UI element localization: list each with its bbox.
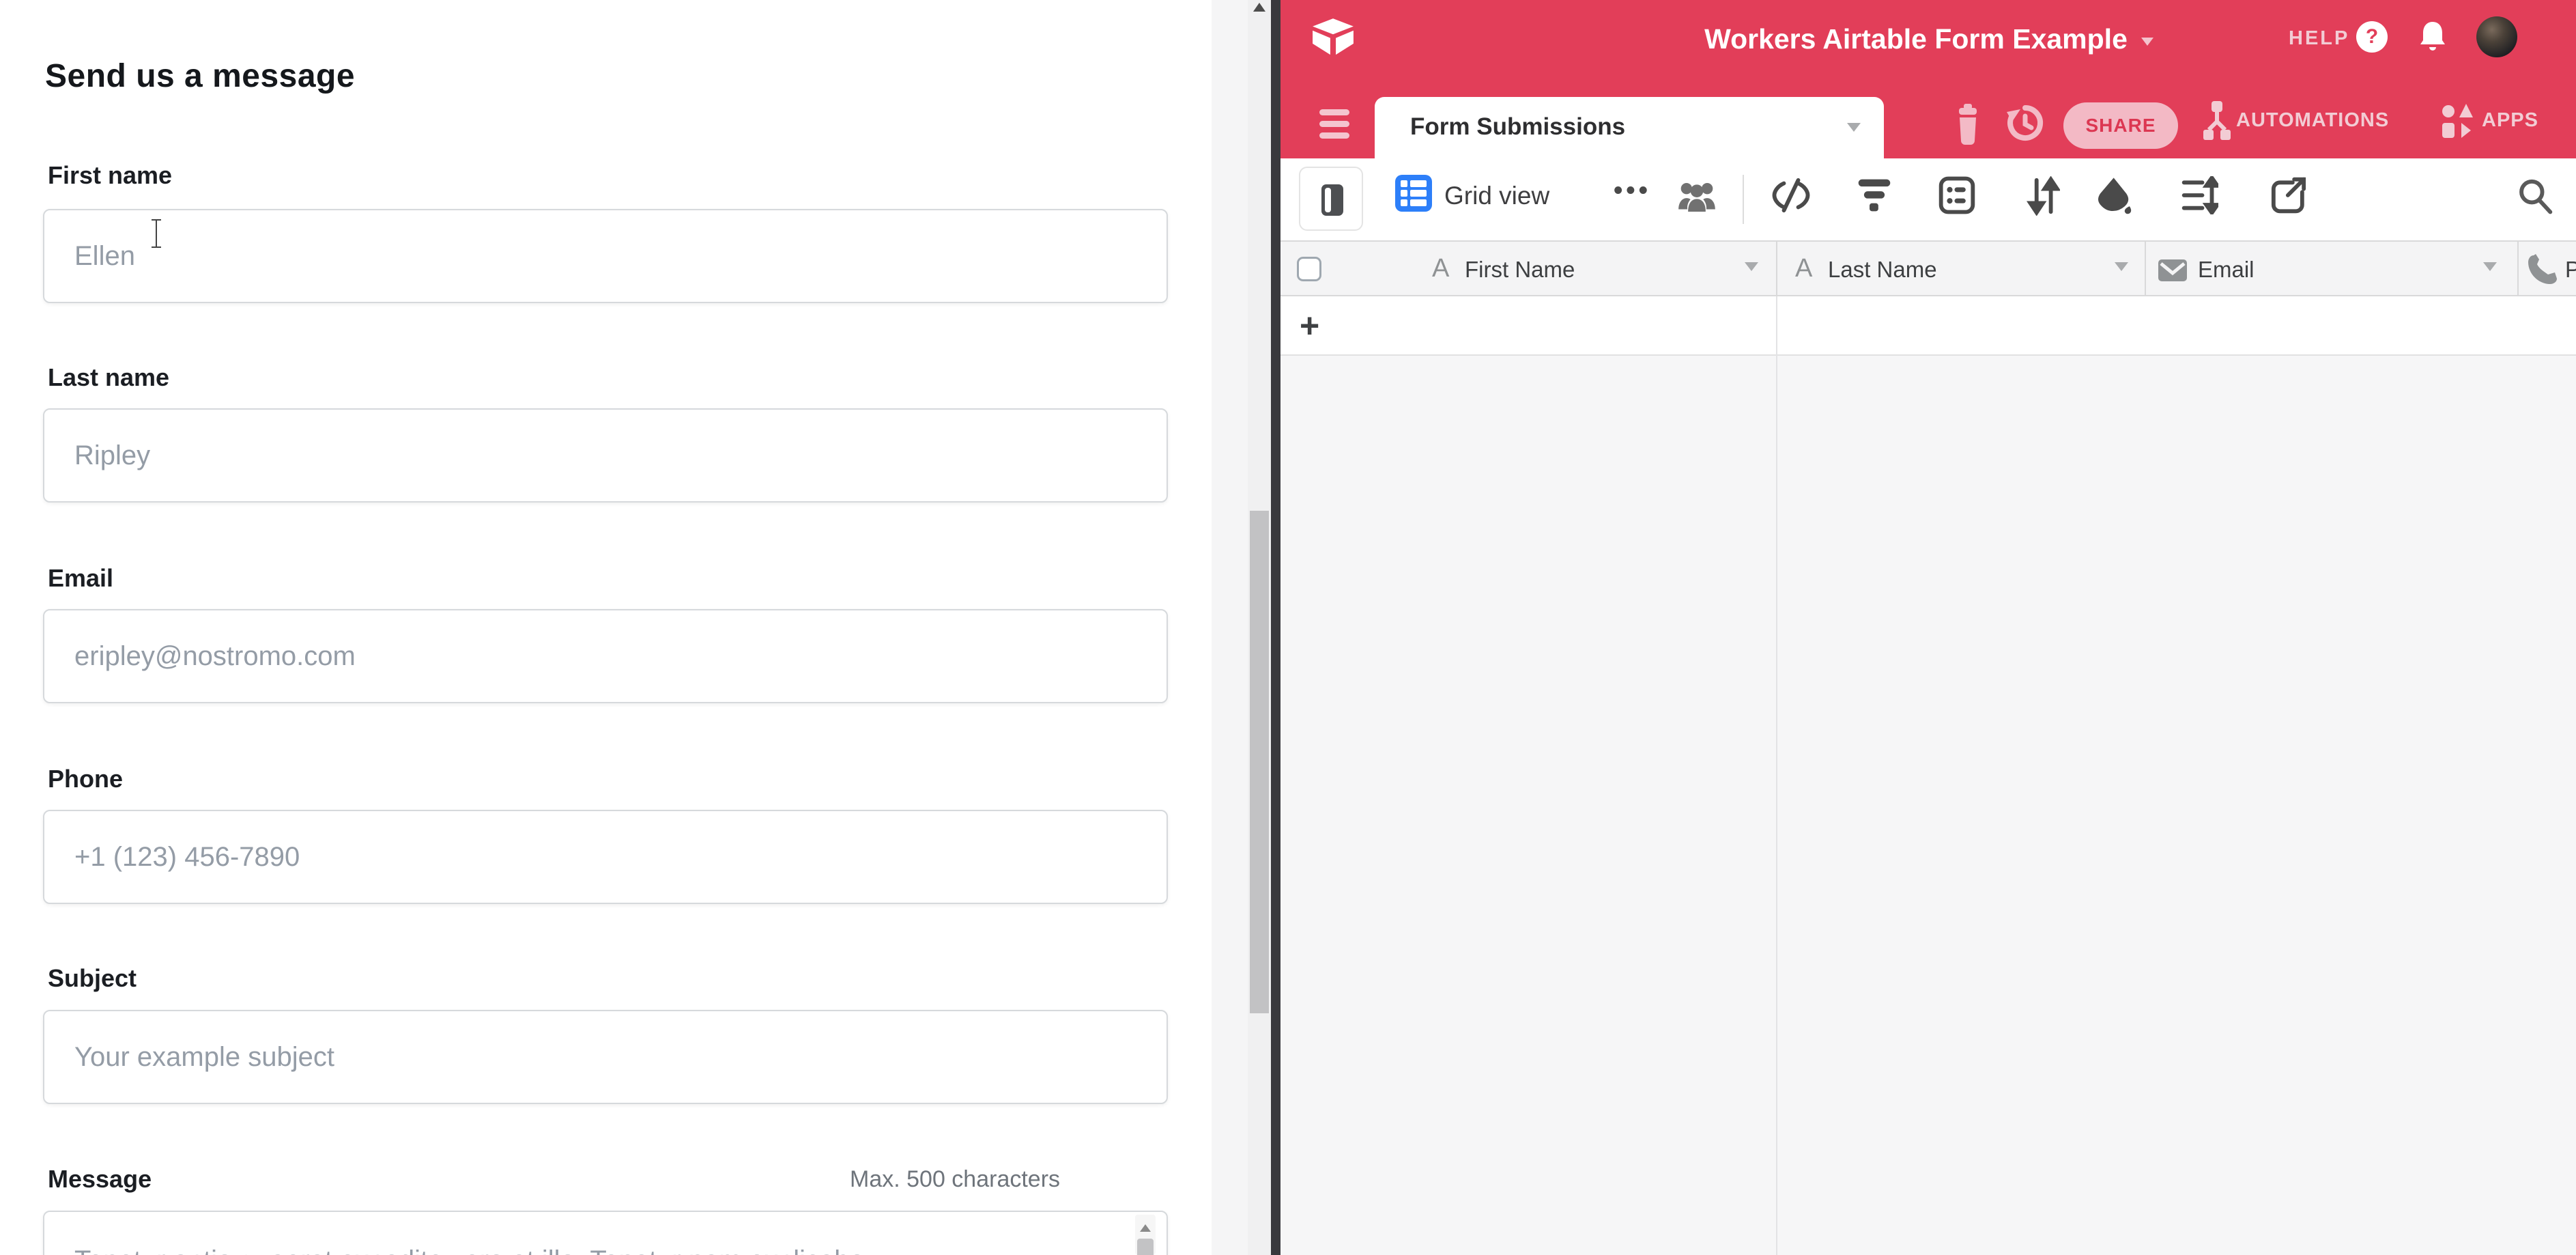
automations-icon[interactable]	[2202, 101, 2233, 150]
color-icon[interactable]	[2097, 176, 2135, 218]
column-name: Phone	[2565, 257, 2576, 283]
column-caret-icon	[2483, 262, 2497, 271]
phone-input[interactable]	[43, 810, 1168, 904]
grid-column-line	[1776, 296, 1777, 1255]
column-separator[interactable]	[1776, 242, 1777, 298]
message-maxchars-hint: Max. 500 characters	[850, 1166, 1060, 1193]
first-name-label: First name	[48, 161, 172, 190]
table-tab-caret-icon	[1847, 123, 1861, 132]
collaborators-icon[interactable]	[1678, 180, 1716, 223]
phone-label: Phone	[48, 765, 123, 793]
letter-a-icon: A	[1432, 254, 1449, 283]
column-name: First Name	[1465, 257, 1575, 283]
base-title-text: Workers Airtable Form Example	[1704, 23, 2128, 55]
view-name[interactable]: Grid view	[1444, 182, 1549, 210]
share-view-icon[interactable]	[2270, 176, 2308, 218]
first-name-input[interactable]	[43, 209, 1168, 303]
column-name: Email	[2198, 257, 2255, 283]
subject-input[interactable]	[43, 1010, 1168, 1104]
column-name: Last Name	[1828, 257, 1937, 283]
filter-icon[interactable]	[1857, 176, 1895, 218]
column-separator[interactable]	[2145, 242, 2146, 298]
view-toolbar: Grid view •••	[1280, 158, 2576, 240]
base-title-caret-icon	[2141, 38, 2153, 46]
base-title[interactable]: Workers Airtable Form Example	[1601, 23, 2257, 55]
contact-form-window: Send us a message First name Last name E…	[0, 0, 1212, 1255]
grid-header-row: A First Name A Last Name Email	[1280, 240, 2576, 296]
table-tab-form-submissions[interactable]: Form Submissions	[1375, 97, 1884, 158]
window-divider	[1271, 0, 1280, 1255]
scrollbar-up-arrow-icon[interactable]	[1253, 3, 1265, 12]
trash-icon[interactable]	[1954, 104, 1982, 146]
sort-icon[interactable]	[2026, 176, 2064, 218]
search-icon[interactable]	[2517, 178, 2553, 214]
message-label: Message	[48, 1165, 152, 1194]
view-sidebar-toggle-button[interactable]	[1299, 167, 1363, 231]
text-cursor-ibeam-icon	[150, 218, 162, 249]
group-icon[interactable]	[1938, 176, 1977, 218]
phone-icon	[2527, 254, 2558, 285]
share-button[interactable]: SHARE	[2063, 102, 2178, 149]
message-textarea[interactable]	[43, 1211, 1168, 1255]
sidebar-menu-icon[interactable]	[1319, 109, 1349, 145]
message-scrollbar-up-icon[interactable]	[1140, 1224, 1151, 1232]
airtable-logo-icon[interactable]	[1310, 16, 1356, 59]
notifications-bell-icon[interactable]	[2418, 19, 2448, 55]
letter-a-icon: A	[1795, 254, 1812, 283]
airtable-window: Workers Airtable Form Example HELP ? For…	[1280, 0, 2576, 1255]
toolbar-divider	[1743, 175, 1744, 224]
hide-fields-icon[interactable]	[1772, 176, 1810, 218]
apps-icon[interactable]	[2441, 102, 2475, 147]
table-tab-label: Form Submissions	[1410, 113, 1625, 141]
column-caret-icon	[2115, 262, 2128, 271]
last-name-label: Last name	[48, 363, 169, 392]
browser-scrollbar-thumb[interactable]	[1250, 511, 1269, 1013]
add-record-row[interactable]: +	[1280, 296, 2576, 356]
select-all-checkbox[interactable]	[1297, 257, 1321, 281]
user-avatar[interactable]	[2476, 16, 2517, 57]
apps-button[interactable]: APPS	[2482, 109, 2538, 132]
form-window-gutter	[1212, 0, 1248, 1255]
row-height-icon[interactable]	[2181, 176, 2220, 218]
email-label: Email	[48, 564, 113, 593]
column-separator[interactable]	[2517, 242, 2519, 298]
view-more-menu[interactable]: •••	[1614, 176, 1651, 206]
panel-toggle-icon	[1321, 184, 1343, 216]
form-title: Send us a message	[45, 57, 355, 95]
email-input[interactable]	[43, 609, 1168, 703]
last-name-input[interactable]	[43, 408, 1168, 503]
history-icon[interactable]	[2005, 102, 2045, 145]
screen: Send us a message First name Last name E…	[0, 0, 2576, 1255]
help-button[interactable]: HELP	[2289, 27, 2349, 50]
help-question-icon[interactable]: ?	[2356, 21, 2388, 53]
message-scrollbar-thumb[interactable]	[1137, 1239, 1154, 1255]
automations-button[interactable]: AUTOMATIONS	[2236, 109, 2389, 132]
add-record-plus-icon[interactable]: +	[1300, 306, 1319, 346]
grid-view-icon	[1395, 175, 1432, 212]
envelope-icon	[2158, 259, 2187, 281]
column-caret-icon	[1745, 262, 1758, 271]
subject-label: Subject	[48, 964, 137, 993]
